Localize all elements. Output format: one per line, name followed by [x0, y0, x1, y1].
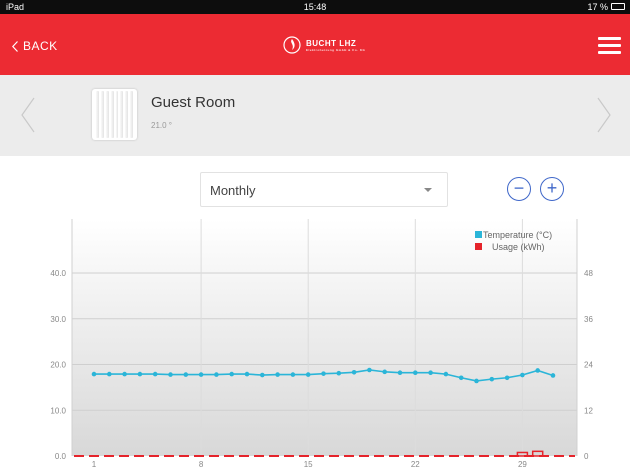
room-header: Guest Room 21.0 °: [0, 75, 630, 156]
legend-label-temperature: Temperature (°C): [483, 230, 552, 240]
x-tick-label: 1: [92, 460, 97, 469]
temperature-point: [122, 371, 127, 377]
legend-label-usage: Usage (kWh): [492, 242, 545, 252]
temperature-point: [428, 370, 433, 376]
x-tick-label: 29: [518, 460, 527, 469]
x-tick-label: 15: [304, 460, 313, 469]
chevron-left-icon: [12, 40, 18, 52]
temperature-point: [152, 371, 158, 377]
y-left-tick-label: 30.0: [50, 315, 66, 324]
y-right-tick-label: 12: [584, 406, 593, 415]
plot-area: [72, 219, 577, 456]
temperature-point: [137, 371, 143, 377]
legend-swatch-usage: [475, 243, 482, 250]
previous-room-chevron-icon[interactable]: [20, 97, 36, 133]
top-nav-bar: BACK BUCHT LHZ Elektroheizung GmbH & Co.…: [0, 14, 630, 75]
temperature-point: [321, 371, 326, 376]
flame-logo-icon: [283, 36, 301, 54]
temperature-point: [443, 371, 449, 377]
y-left-tick-label: 0.0: [55, 452, 67, 461]
temperature-point: [367, 367, 372, 373]
legend-swatch-temperature: [475, 231, 482, 238]
temperature-point: [351, 369, 357, 375]
y-left-tick-label: 10.0: [50, 406, 66, 415]
back-label: BACK: [23, 39, 58, 53]
x-tick-label: 22: [411, 460, 420, 469]
y-right-tick-label: 48: [584, 269, 593, 278]
usage-chart: 0.0 10.0 20.0 30.0 40.0 0 12 24 36 48 1 8 15 22 29 Tem…: [50, 219, 593, 469]
room-name: Guest Room: [151, 94, 236, 111]
temperature-point: [458, 375, 464, 381]
status-bar: iPad 15:48 17 %: [0, 0, 630, 14]
temperature-point: [336, 370, 342, 376]
temperature-point: [260, 372, 265, 378]
battery-icon: [611, 3, 625, 10]
temperature-point: [229, 371, 234, 377]
temperature-point: [305, 372, 311, 377]
logo-name: BUCHT LHZ: [306, 38, 357, 48]
y-left-tick-label: 40.0: [50, 269, 66, 278]
battery-label: 17 %: [587, 2, 608, 12]
zoom-out-button[interactable]: −: [507, 177, 531, 201]
room-temperature: 21.0 °: [151, 121, 172, 130]
y-left-tick-label: 20.0: [50, 361, 66, 370]
y-right-tick-label: 24: [584, 361, 593, 370]
temperature-point: [504, 375, 510, 381]
temperature-point: [183, 372, 189, 377]
temperature-point: [535, 368, 540, 373]
temperature-point: [198, 372, 204, 377]
status-time: 15:48: [303, 2, 327, 12]
temperature-point: [520, 372, 525, 378]
temperature-point: [244, 371, 250, 377]
hamburger-menu-icon[interactable]: [598, 37, 621, 55]
zoom-in-button[interactable]: +: [540, 177, 564, 201]
temperature-point: [214, 372, 219, 377]
temperature-point: [91, 371, 97, 377]
temperature-point: [489, 376, 495, 382]
next-room-chevron-icon[interactable]: [596, 97, 612, 133]
logo-subtitle: Elektroheizung GmbH & Co. KG: [306, 47, 366, 52]
radiator-image: [92, 89, 137, 140]
temperature-point: [413, 370, 418, 376]
temperature-point: [474, 378, 479, 384]
temperature-point: [290, 372, 296, 377]
y-right-tick-label: 36: [584, 315, 593, 324]
temperature-point: [397, 370, 403, 376]
temperature-point: [168, 372, 173, 377]
temperature-point: [550, 373, 556, 378]
brand-logo: BUCHT LHZ Elektroheizung GmbH & Co. KG: [283, 36, 365, 54]
temperature-point: [107, 371, 112, 377]
back-button[interactable]: BACK: [12, 39, 58, 53]
dropdown-arrow-icon: [424, 188, 432, 192]
temperature-point: [382, 369, 388, 375]
x-tick-label: 8: [199, 460, 204, 469]
y-right-tick-label: 0: [584, 452, 589, 461]
period-select-value: Monthly: [210, 183, 256, 198]
temperature-point: [275, 372, 280, 377]
period-select[interactable]: Monthly: [200, 172, 448, 207]
